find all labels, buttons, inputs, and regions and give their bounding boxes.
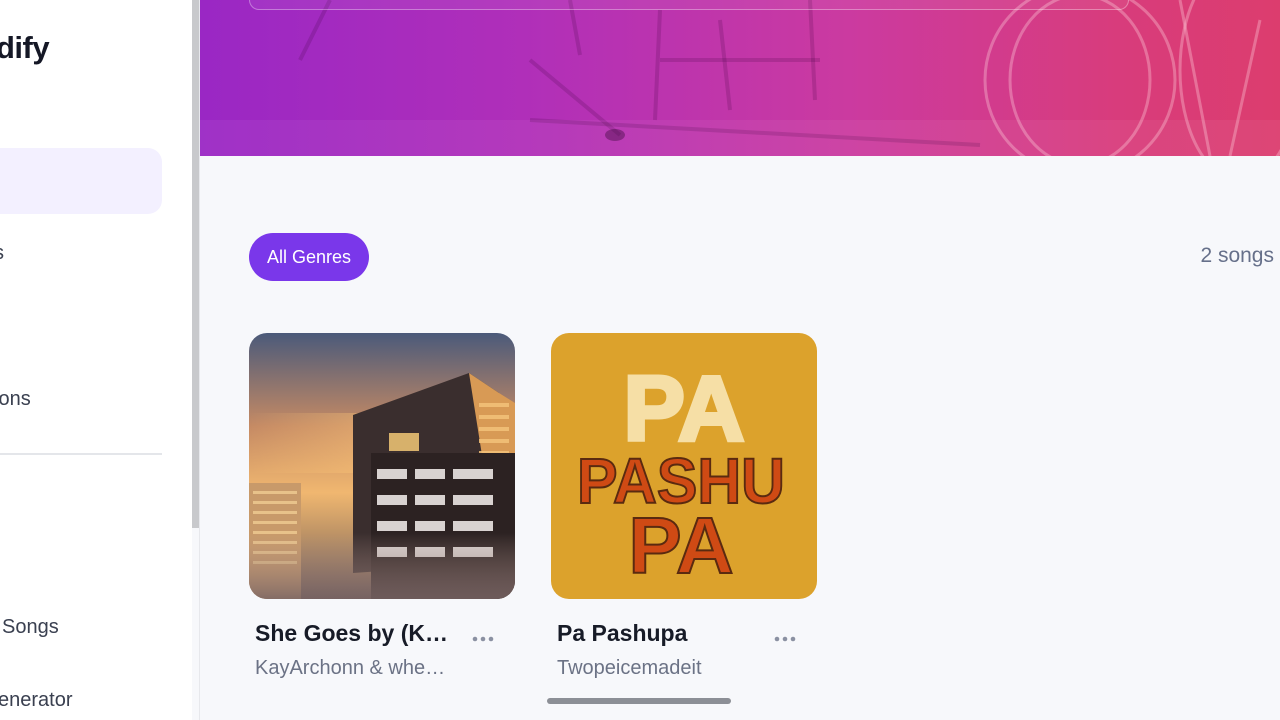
song-count: 2 songs <box>1200 244 1274 267</box>
song-title[interactable]: She Goes by (K… <box>255 620 455 647</box>
sidebar-scrollbar[interactable] <box>192 0 199 528</box>
song-artist[interactable]: KayArchonn & whe… <box>255 657 451 680</box>
pa-pashupa-cover[interactable]: PA PASHU PA <box>551 333 817 599</box>
cover-text-line-3: PA <box>628 501 733 590</box>
home-indicator[interactable] <box>547 698 731 704</box>
more-options-icon[interactable] <box>471 627 495 651</box>
hero-search-field[interactable] <box>249 0 1129 10</box>
song-card[interactable]: PA PASHU PA Pa Pashupa Twopeicemadeit <box>551 333 817 679</box>
hero-banner <box>200 0 1280 156</box>
song-card[interactable]: She Goes by (K… KayArchonn & whe… <box>249 333 515 679</box>
song-title[interactable]: Pa Pashupa <box>557 620 757 647</box>
sidebar-item-generator[interactable]: enerator <box>0 689 73 712</box>
all-genres-chip[interactable]: All Genres <box>249 233 369 281</box>
city-sunset-cover[interactable] <box>249 333 515 599</box>
sidebar-item-1[interactable]: s <box>0 242 4 265</box>
more-options-icon[interactable] <box>773 627 797 651</box>
sidebar: dify s ions Songs enerator <box>0 0 192 720</box>
drum-kit-illustration <box>200 0 1280 156</box>
song-artist[interactable]: Twopeicemadeit <box>557 657 753 680</box>
sidebar-item-songs[interactable]: Songs <box>2 616 59 639</box>
sidebar-item-active[interactable] <box>0 148 162 214</box>
sidebar-divider <box>0 453 162 455</box>
sidebar-item-2[interactable]: ions <box>0 388 31 411</box>
app-logo[interactable]: dify <box>0 30 50 66</box>
